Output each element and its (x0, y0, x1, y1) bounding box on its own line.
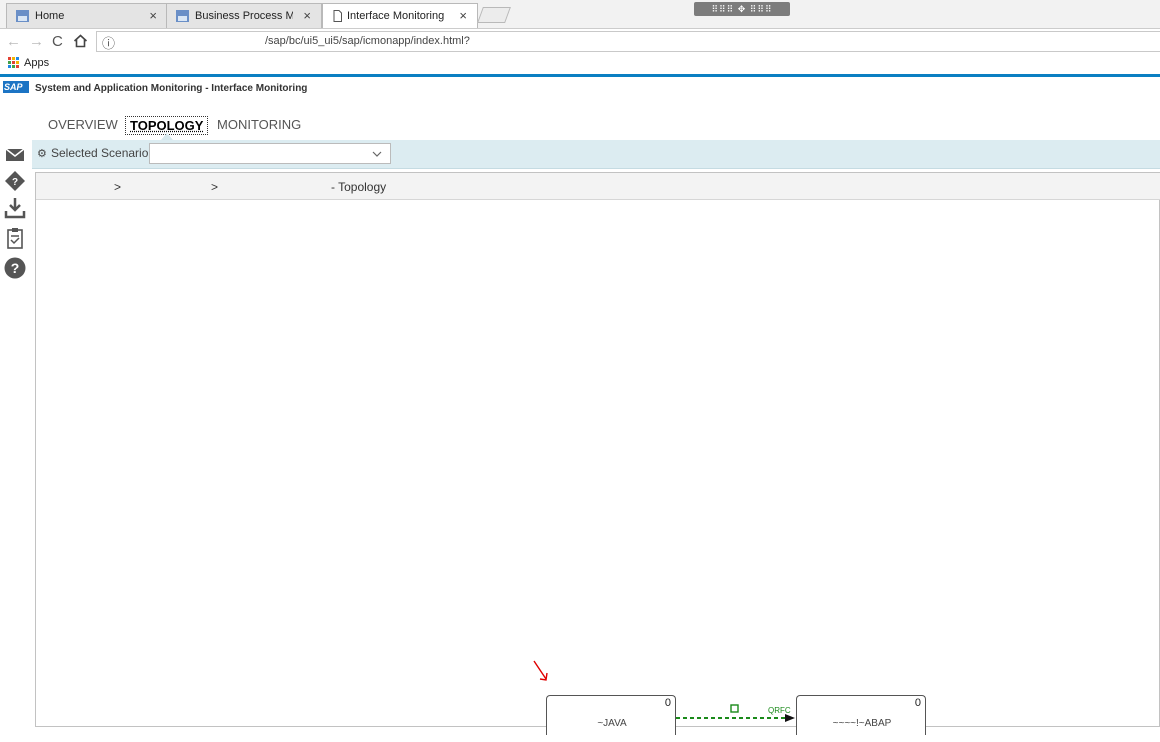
sap-favicon-icon (16, 10, 29, 22)
link-protocol: QRFC (768, 706, 791, 715)
tab-overview[interactable]: OVERVIEW (44, 116, 122, 133)
topology-node-java[interactable]: 0 ~JAVA (546, 695, 676, 735)
tab-title: Home (35, 10, 65, 22)
download-icon[interactable] (4, 197, 26, 219)
address-bar: ← → C ⓘ /sap/bc/ui5_ui5/sap/icmonapp/ind… (0, 28, 1160, 54)
help-icon[interactable]: ? (4, 257, 26, 279)
tab-title: Business Process Monito (195, 10, 293, 22)
node-name: ~JAVA (597, 718, 627, 729)
home-icon[interactable] (73, 34, 88, 48)
scenario-gear-icon[interactable]: ⚙ (37, 147, 47, 160)
help-diamond-icon[interactable]: ? (4, 170, 26, 192)
breadcrumb-separator: > (114, 180, 122, 194)
clipboard-check-icon[interactable] (4, 227, 26, 249)
sap-favicon-icon (176, 10, 189, 22)
window-grip[interactable]: ⠿⠿⠿ ✥ ⠿⠿⠿ (694, 2, 790, 16)
node-count: 0 (664, 697, 671, 709)
selected-tab-caret (161, 133, 173, 140)
url-field[interactable]: ⓘ /sap/bc/ui5_ui5/sap/icmonapp/index.htm… (96, 31, 1160, 52)
breadcrumb: > > - Topology (36, 173, 1160, 200)
new-tab-button[interactable] (477, 7, 511, 23)
annotation-arrow-icon (533, 660, 548, 681)
mail-icon[interactable] (4, 144, 26, 166)
apps-bookmark[interactable]: Apps (24, 57, 49, 69)
url-text: /sap/bc/ui5_ui5/sap/icmonapp/index.html? (265, 35, 470, 47)
accent-bar (0, 74, 1160, 77)
chevron-down-icon[interactable] (372, 151, 382, 157)
page-title: System and Application Monitoring - Inte… (35, 83, 308, 94)
tab-title: Interface Monitoring (347, 10, 445, 22)
apps-grid-icon[interactable] (8, 57, 19, 68)
info-icon[interactable]: ⓘ (102, 33, 115, 52)
svg-text:?: ? (12, 177, 18, 188)
close-tab-icon[interactable]: × (459, 8, 467, 23)
tab-topology-label: TOPOLOGY (130, 118, 204, 133)
back-arrow-icon[interactable]: ← (6, 33, 21, 50)
topology-panel: > > - Topology 0 ~JAVA QRFC 0 ~~~~!~ABAP (35, 172, 1160, 735)
browser-tab-interface-monitoring[interactable]: Interface Monitoring × (322, 3, 478, 28)
close-tab-icon[interactable]: × (149, 8, 157, 23)
browser-tab-strip: Home × Business Process Monito × Interfa… (0, 0, 1160, 28)
reload-icon[interactable]: C (52, 33, 63, 50)
browser-tab-business-process[interactable]: Business Process Monito × (166, 3, 322, 28)
topology-node-abap[interactable]: 0 ~~~~!~ABAP (796, 695, 926, 735)
page-icon (333, 10, 342, 22)
topology-link[interactable]: QRFC (676, 703, 796, 727)
svg-text:?: ? (11, 260, 20, 276)
node-name: ~~~~!~ABAP (832, 718, 892, 729)
scenario-toolbar: ⚙ Selected Scenario (32, 140, 1160, 169)
scenario-label: Selected Scenario (51, 146, 149, 160)
tab-monitoring[interactable]: MONITORING (213, 116, 305, 133)
node-count: 0 (914, 697, 921, 709)
close-tab-icon[interactable]: × (303, 8, 311, 23)
forward-arrow-icon[interactable]: → (29, 33, 44, 50)
scenario-select[interactable] (149, 143, 391, 164)
breadcrumb-separator: > (211, 180, 219, 194)
sap-logo: SAP (3, 81, 29, 93)
browser-tab-home[interactable]: Home × (6, 3, 168, 28)
breadcrumb-current: - Topology (331, 180, 387, 194)
bookmarks-bar: Apps (0, 54, 1160, 74)
link-status-icon (730, 704, 739, 713)
